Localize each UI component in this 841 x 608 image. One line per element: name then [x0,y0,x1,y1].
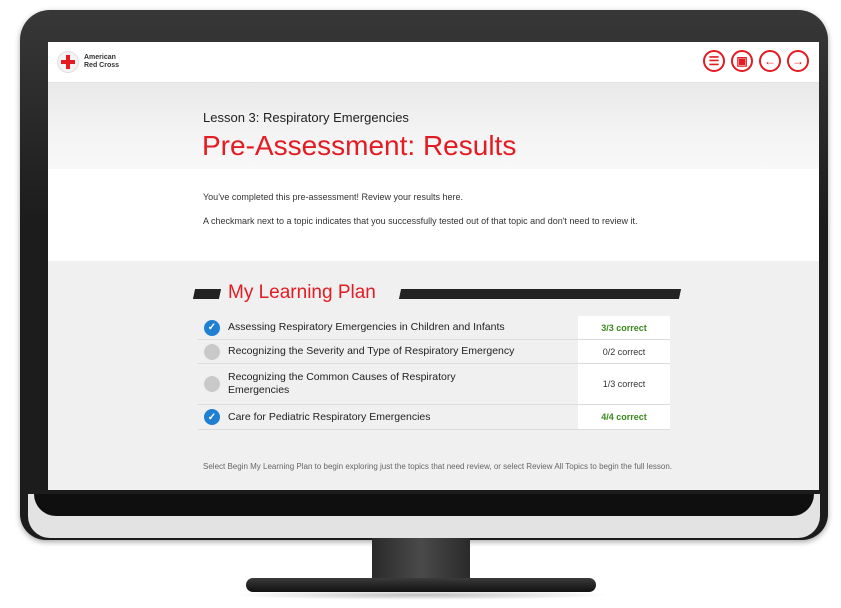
learning-plan-table: ✓ Assessing Respiratory Emergencies in C… [198,316,670,430]
intro-explanation: A checkmark next to a topic indicates th… [203,216,638,226]
monitor-stand-base [246,578,596,592]
top-bar: American Red Cross ☰ ▣ ← → [48,42,819,83]
menu-button[interactable]: ☰ [703,50,725,72]
header-bar-left [192,289,222,299]
page-title: Pre-Assessment: Results [202,130,517,161]
lesson-label: Lesson 3: Respiratory Emergencies [203,110,409,125]
next-button[interactable]: → [787,50,809,72]
table-row: ✓ Assessing Respiratory Emergencies in C… [198,316,670,340]
monitor-stand-neck [372,538,470,582]
checkmark-icon: ✓ [204,319,220,336]
logo-line1: American [84,54,116,61]
monitor-chin-shadow [34,494,814,516]
table-row: ✓ Care for Pediatric Respiratory Emergen… [198,405,670,430]
score-cell: 0/2 correct [578,340,670,363]
score-cell: 3/3 correct [578,316,670,339]
incomplete-icon [204,343,220,360]
logo-line2: Red Cross [84,62,120,69]
table-row: Recognizing the Common Causes of Respira… [198,364,670,405]
learning-plan-title: My Learning Plan [228,282,376,303]
menu-icon: ☰ [708,54,720,68]
clipboard-icon: ▣ [736,54,748,68]
incomplete-icon [204,376,220,392]
resources-button[interactable]: ▣ [731,50,753,72]
arrow-right-icon: → [792,54,804,68]
score-cell: 1/3 correct [578,364,670,404]
checkmark-icon: ✓ [204,409,220,425]
topic-label: Care for Pediatric Respiratory Emergenci… [228,410,431,423]
topic-cell: ✓ Assessing Respiratory Emergencies in C… [198,316,578,339]
learning-plan-header: My Learning Plan [192,282,684,303]
nav-buttons: ☰ ▣ ← → [703,50,809,72]
topic-label: Recognizing the Severity and Type of Res… [228,345,515,357]
arrow-left-icon: ← [764,54,776,68]
intro-text: You've completed this pre-assessment! Re… [203,192,464,202]
back-button[interactable]: ← [759,50,781,72]
red-cross-logo: American Red Cross [58,52,119,72]
topic-label: Assessing Respiratory Emergencies in Chi… [228,321,505,333]
table-row: Recognizing the Severity and Type of Res… [198,340,670,364]
screen: American Red Cross ☰ ▣ ← → Lesson 3: Res… [48,42,819,490]
topic-cell: Recognizing the Severity and Type of Res… [198,340,578,363]
instructions-text: Select Begin My Learning Plan to begin e… [203,462,673,471]
topic-cell: Recognizing the Common Causes of Respira… [198,364,578,404]
red-cross-icon [58,52,78,72]
score-cell: 4/4 correct [578,405,670,429]
header-bar-right [398,289,682,299]
topic-label: Recognizing the Common Causes of Respira… [228,371,456,396]
topic-cell: ✓ Care for Pediatric Respiratory Emergen… [198,405,578,429]
logo-wordmark: American Red Cross [84,54,119,70]
